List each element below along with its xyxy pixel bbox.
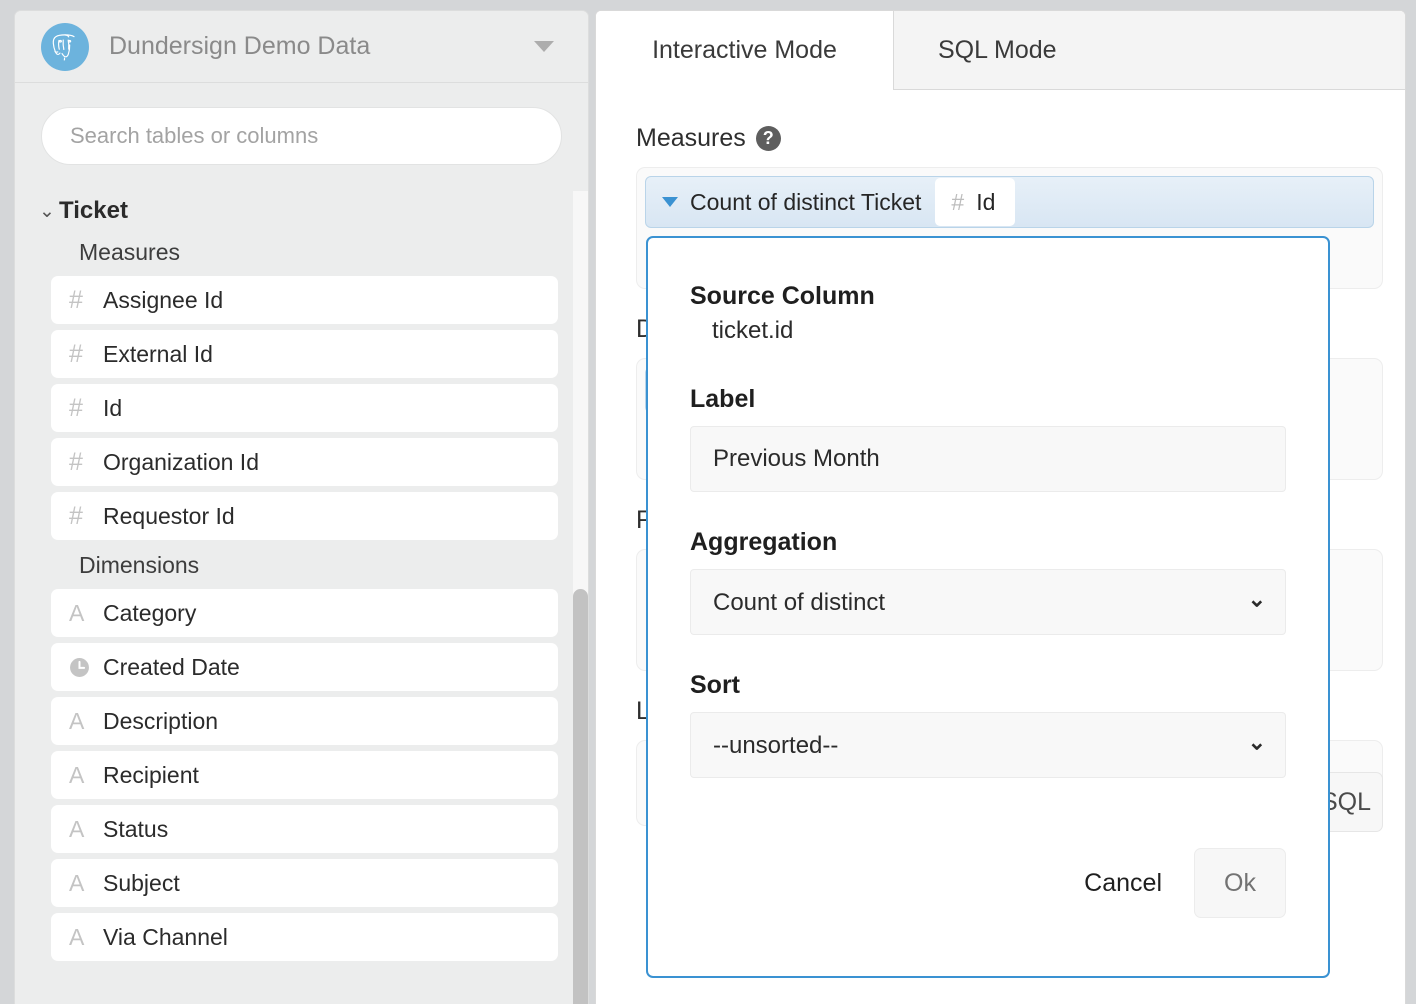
mode-tabs: Interactive Mode SQL Mode [596, 11, 1405, 90]
section-title: Measures [636, 124, 746, 152]
field-via-channel[interactable]: A Via Channel [51, 913, 558, 961]
measure-editor-dialog: Source Column ticket.id Label Aggregatio… [646, 236, 1330, 978]
sidebar-scrollbar-thumb[interactable] [573, 589, 588, 1004]
aggregation-select[interactable]: Count of distinct [690, 569, 1286, 635]
field-label: Created Date [103, 653, 240, 680]
chevron-down-icon: ⌄ [39, 200, 55, 222]
label-input[interactable] [690, 426, 1286, 492]
source-column-group: Source Column ticket.id [690, 282, 1286, 345]
field-id[interactable]: # Id [51, 384, 558, 432]
field-recipient[interactable]: A Recipient [51, 751, 558, 799]
dimension-field-list: A Category Created Date A Description A … [15, 589, 588, 961]
tree-node-ticket[interactable]: ⌄ Ticket [15, 189, 588, 233]
data-sidebar: Dundersign Demo Data ⌄ Ticket Measures #… [14, 10, 589, 1004]
measure-chip-label: Count of distinct Ticket [690, 188, 922, 215]
field-external-id[interactable]: # External Id [51, 330, 558, 378]
field-category[interactable]: A Category [51, 589, 558, 637]
application-root: Dundersign Demo Data ⌄ Ticket Measures #… [0, 0, 1416, 1004]
search-container [15, 83, 588, 177]
field-label: Id [103, 394, 123, 421]
search-input[interactable] [41, 107, 562, 165]
section-label-measures: Measures ? [636, 124, 1383, 153]
field-organization-id[interactable]: # Organization Id [51, 438, 558, 486]
field-status[interactable]: A Status [51, 805, 558, 853]
field-label: Category [103, 599, 197, 626]
caret-down-icon[interactable] [534, 41, 554, 52]
field-requestor-id[interactable]: # Requestor Id [51, 492, 558, 540]
text-a-icon: A [69, 599, 85, 626]
sort-select-wrap: --unsorted-- ⌄ [690, 712, 1286, 778]
caret-down-icon[interactable] [662, 197, 678, 207]
measure-field-list: # Assignee Id # External Id # Id # Organ… [15, 276, 588, 540]
field-label: Via Channel [103, 923, 228, 950]
database-selector[interactable]: Dundersign Demo Data [15, 11, 588, 83]
source-column-value: ticket.id [712, 317, 794, 344]
aggregation-group: Aggregation Count of distinct ⌄ [690, 528, 1286, 635]
measure-chip-column-pill[interactable]: # Id [935, 178, 1016, 226]
tab-label: SQL Mode [938, 35, 1057, 64]
field-description[interactable]: A Description [51, 697, 558, 745]
field-assignee-id[interactable]: # Assignee Id [51, 276, 558, 324]
text-a-icon: A [69, 815, 85, 842]
hash-icon: # [69, 447, 83, 476]
database-name: Dundersign Demo Data [109, 32, 371, 60]
measure-chip-column-label: Id [976, 188, 996, 215]
hash-icon: # [69, 339, 83, 368]
field-label: Assignee Id [103, 286, 224, 313]
field-label: Recipient [103, 761, 199, 788]
aggregation-heading: Aggregation [690, 528, 838, 556]
field-label: Description [103, 707, 219, 734]
hash-icon: # [69, 393, 83, 422]
sort-select[interactable]: --unsorted-- [690, 712, 1286, 778]
field-subject[interactable]: A Subject [51, 859, 558, 907]
question-mark-icon[interactable]: ? [755, 126, 781, 151]
field-label: External Id [103, 340, 213, 367]
field-label: Status [103, 815, 169, 842]
tree-node-label: Ticket [59, 197, 128, 224]
dialog-footer: Cancel Ok [1078, 848, 1286, 918]
tab-interactive-mode[interactable]: Interactive Mode [596, 11, 894, 90]
text-a-icon: A [69, 923, 85, 950]
text-a-icon: A [69, 869, 85, 896]
clock-icon [69, 657, 103, 678]
field-label: Organization Id [103, 448, 259, 475]
tab-label: Interactive Mode [652, 36, 837, 64]
group-label-measures: Measures [79, 239, 180, 265]
hash-icon: # [951, 188, 965, 215]
label-heading: Label [690, 385, 756, 413]
hash-icon: # [69, 501, 83, 530]
measure-chip-count-distinct-ticket-id[interactable]: Count of distinct Ticket # Id [645, 176, 1374, 228]
group-label-dimensions: Dimensions [79, 552, 200, 578]
sort-group: Sort --unsorted-- ⌄ [690, 671, 1286, 778]
field-label: Requestor Id [103, 502, 235, 529]
hash-icon: # [69, 285, 83, 314]
field-label: Subject [103, 869, 180, 896]
sort-heading: Sort [690, 671, 740, 699]
field-created-date[interactable]: Created Date [51, 643, 558, 691]
source-column-heading: Source Column [690, 282, 875, 310]
text-a-icon: A [69, 707, 85, 734]
cancel-button[interactable]: Cancel [1078, 855, 1168, 912]
tab-sql-mode[interactable]: SQL Mode [894, 11, 1405, 90]
ok-button[interactable]: Ok [1194, 848, 1286, 918]
text-a-icon: A [69, 761, 85, 788]
schema-tree: ⌄ Ticket Measures # Assignee Id # Extern… [15, 177, 588, 961]
label-group: Label [690, 385, 1286, 492]
postgresql-elephant-icon [41, 22, 89, 71]
aggregation-select-wrap: Count of distinct ⌄ [690, 569, 1286, 635]
